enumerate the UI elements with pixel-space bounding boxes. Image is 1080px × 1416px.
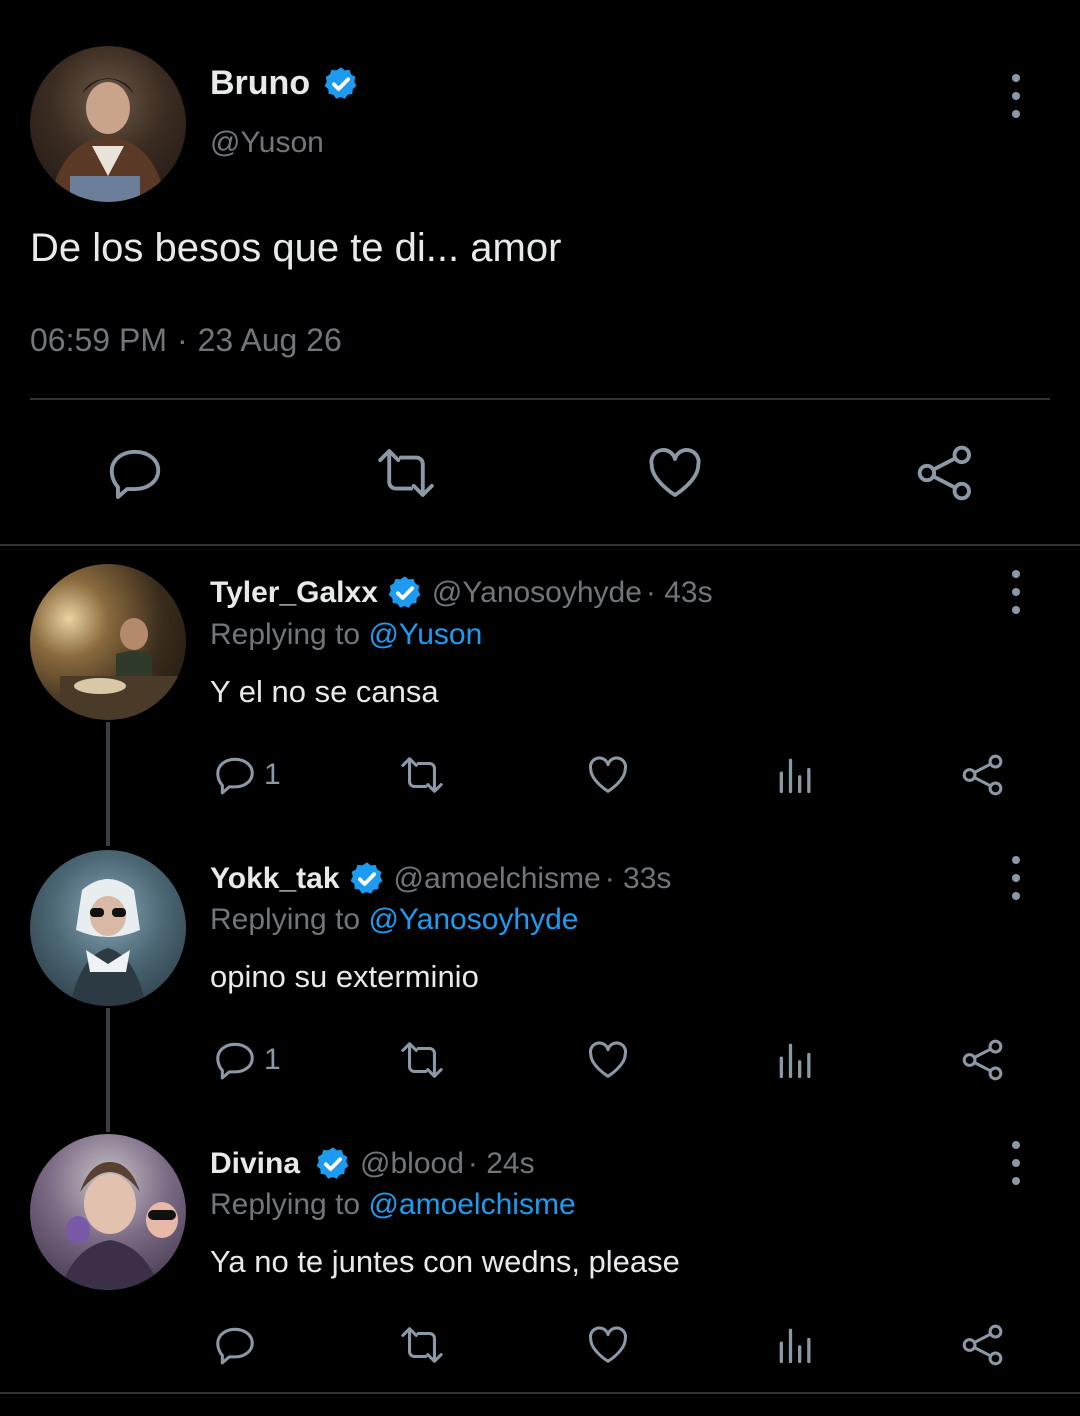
reply-text: opino su exterminio [210, 959, 479, 994]
replying-to: Replying to @Yanosoyhyde [210, 903, 578, 937]
reply-author-handle[interactable]: @Yanosoyhyde [432, 576, 642, 610]
avatar-photo [60, 1162, 178, 1290]
reply-button[interactable]: 1 [212, 752, 281, 798]
divider [0, 544, 1080, 546]
reply-count: 1 [264, 758, 281, 791]
reply-count: 1 [264, 1043, 281, 1076]
reply-text: Ya no te juntes con wedns, please [210, 1244, 680, 1279]
analytics-icon[interactable] [774, 1322, 818, 1368]
replying-to: Replying to @amoelchisme [210, 1188, 576, 1222]
reply-icon [216, 1327, 254, 1365]
avatar-photo [50, 78, 166, 202]
reply-author-name[interactable]: Divina [210, 1147, 300, 1181]
tweet-date: 23 Aug 26 [197, 322, 342, 358]
avatar[interactable] [30, 850, 186, 1006]
retweet-icon[interactable] [396, 1037, 448, 1083]
share-icon[interactable] [914, 442, 976, 504]
avatar[interactable] [30, 46, 186, 202]
heart-icon[interactable] [584, 1322, 632, 1368]
retweet-icon[interactable] [396, 1322, 448, 1368]
replying-to-link[interactable]: @amoelchisme [368, 1188, 575, 1221]
retweet-icon[interactable] [396, 752, 448, 798]
avatar-photo [70, 879, 146, 1006]
author-handle[interactable]: @Yuson [210, 126, 324, 160]
verified-badge-icon [324, 66, 357, 99]
analytics-icon[interactable] [774, 752, 818, 798]
reply-icon[interactable] [104, 442, 166, 504]
replying-to: Replying to @Yuson [210, 618, 482, 652]
divider [30, 398, 1050, 400]
share-icon[interactable] [960, 1037, 1006, 1083]
reply-author-name[interactable]: Tyler_Galxx [210, 576, 378, 610]
reply-button[interactable] [212, 1322, 264, 1368]
replying-to-label: Replying to [210, 1188, 361, 1221]
heart-icon[interactable] [584, 1037, 632, 1083]
heart-icon[interactable] [584, 752, 632, 798]
replying-to-label: Replying to [210, 903, 361, 936]
replying-to-link[interactable]: @Yanosoyhyde [368, 903, 578, 936]
reply-time: · 24s [467, 1147, 535, 1180]
retweet-icon[interactable] [372, 442, 440, 504]
reply-icon [216, 1042, 254, 1080]
reply-text: Y el no se cansa [210, 674, 439, 709]
reply-author-name[interactable]: Yokk_tak [210, 862, 340, 896]
more-options-icon[interactable] [1006, 1141, 1026, 1185]
analytics-icon[interactable] [774, 1037, 818, 1083]
timestamp-separator: · [176, 322, 188, 358]
author-name[interactable]: Bruno [210, 64, 310, 103]
thread-line [106, 1008, 110, 1132]
divider [0, 1392, 1080, 1394]
share-icon[interactable] [960, 1322, 1006, 1368]
avatar-photo [60, 618, 180, 720]
thread-line [106, 722, 110, 846]
replying-to-label: Replying to [210, 618, 361, 651]
reply-icon [216, 757, 254, 795]
verified-badge-icon [316, 1147, 349, 1179]
more-options-icon[interactable] [1006, 856, 1026, 900]
tweet-text: De los besos que te di... amor [30, 226, 562, 270]
tweet-timestamp: 06:59 PM · 23 Aug 26 [30, 322, 342, 359]
heart-icon[interactable] [644, 442, 706, 504]
verified-badge-icon [350, 862, 382, 894]
tweet-time: 06:59 PM [30, 322, 167, 358]
reply-time: · 33s [604, 862, 672, 895]
reply-button[interactable]: 1 [212, 1037, 281, 1083]
reply-author-handle[interactable]: @blood [360, 1147, 464, 1181]
more-options-icon[interactable] [1006, 570, 1026, 614]
avatar[interactable] [30, 564, 186, 720]
replying-to-link[interactable]: @Yuson [368, 618, 482, 651]
share-icon[interactable] [960, 752, 1006, 798]
verified-badge-icon [388, 576, 421, 608]
reply-author-handle[interactable]: @amoelchisme [394, 862, 601, 896]
avatar[interactable] [30, 1134, 186, 1290]
more-options-icon[interactable] [1006, 74, 1026, 118]
reply-time: · 43s [645, 576, 713, 609]
